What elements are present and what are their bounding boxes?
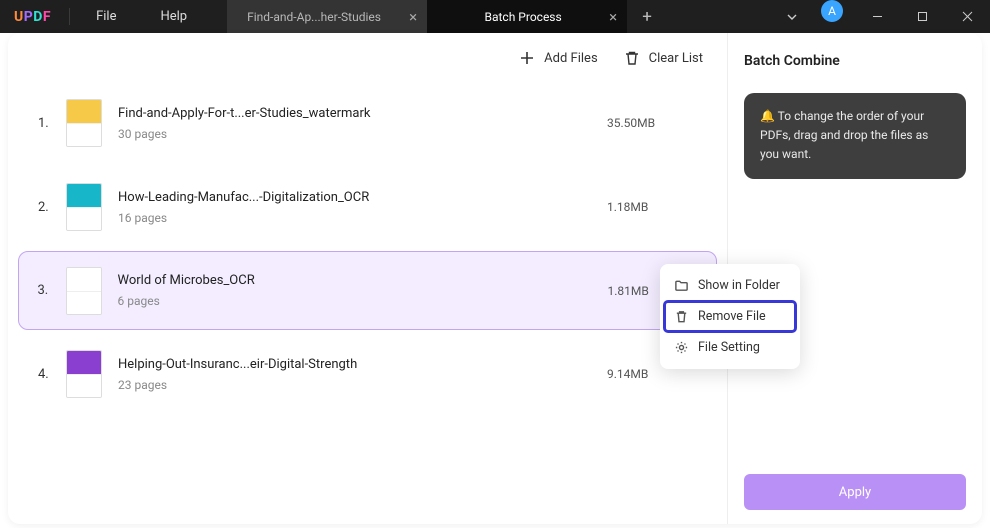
apply-button[interactable]: Apply (744, 474, 966, 510)
file-pages: 16 pages (118, 211, 607, 225)
file-info: World of Microbes_OCR 6 pages (118, 273, 608, 308)
main-panel: Add Files Clear List 1. Find-and-Apply-Fo… (8, 33, 727, 524)
side-panel-title: Batch Combine (744, 53, 966, 69)
file-thumbnail (66, 350, 102, 398)
file-name: World of Microbes_OCR (118, 273, 608, 288)
file-thumbnail (66, 183, 102, 231)
file-thumbnail (66, 99, 102, 147)
file-size: 1.18MB (607, 200, 697, 214)
toolbar: Add Files Clear List (8, 33, 727, 83)
ctx-file-setting[interactable]: File Setting (660, 332, 800, 363)
chevron-down-icon[interactable] (775, 0, 809, 33)
tabs: Find-and-Ap...her-Studies × Batch Proces… (227, 0, 667, 33)
menu-file[interactable]: File (74, 0, 138, 33)
file-name: Helping-Out-Insuranc...eir-Digital-Stren… (118, 357, 607, 372)
file-info: Helping-Out-Insuranc...eir-Digital-Stren… (118, 357, 607, 392)
file-index: 4. (38, 367, 60, 382)
button-label: Add Files (544, 51, 597, 66)
tab-label: Find-and-Ap...her-Studies (247, 10, 381, 24)
file-index: 2. (38, 200, 60, 215)
file-row[interactable]: 3.World of Microbes_OCR6 pages1.81MB (18, 251, 717, 330)
file-row[interactable]: 4. Helping-Out-Insuranc...eir-Digital-Str… (18, 334, 717, 414)
titlebar: UPDF File Help Find-and-Ap...her-Studies… (0, 0, 990, 33)
close-icon[interactable]: × (409, 8, 417, 26)
file-info: How-Leading-Manufac...-Digitalization_OC… (118, 190, 607, 225)
tab-document[interactable]: Find-and-Ap...her-Studies × (227, 0, 427, 33)
button-label: Clear List (649, 51, 703, 66)
file-index: 3. (38, 283, 60, 298)
workspace: Add Files Clear List 1. Find-and-Apply-Fo… (8, 33, 982, 524)
close-icon[interactable]: × (609, 8, 617, 26)
logo-letter: D (33, 9, 43, 25)
divider (69, 8, 70, 25)
file-row[interactable]: 2. How-Leading-Manufac...-Digitalization_… (18, 167, 717, 247)
file-name: Find-and-Apply-For-t...er-Studies_waterm… (118, 106, 607, 121)
logo-letter: P (24, 9, 34, 25)
tip-box: 🔔 To change the order of your PDFs, drag… (744, 93, 966, 179)
window-controls (855, 0, 990, 33)
file-pages: 6 pages (118, 294, 608, 308)
file-thumbnail (66, 267, 102, 315)
ctx-label: File Setting (698, 340, 760, 355)
menu-help[interactable]: Help (138, 0, 209, 33)
ctx-remove-file[interactable]: Remove File (664, 301, 796, 332)
file-info: Find-and-Apply-For-t...er-Studies_waterm… (118, 106, 607, 141)
file-name: How-Leading-Manufac...-Digitalization_OC… (118, 190, 607, 205)
maximize-button[interactable] (900, 0, 945, 33)
tab-batch-process[interactable]: Batch Process × (427, 0, 627, 33)
file-index: 1. (38, 116, 60, 131)
logo-letter: F (43, 9, 51, 25)
ctx-show-in-folder[interactable]: Show in Folder (660, 270, 800, 301)
ctx-label: Show in Folder (698, 278, 780, 293)
file-list: 1. Find-and-Apply-For-t...er-Studies_wate… (8, 83, 727, 414)
close-button[interactable] (945, 0, 990, 33)
clear-list-button[interactable]: Clear List (624, 50, 703, 66)
file-row[interactable]: 1. Find-and-Apply-For-t...er-Studies_wate… (18, 83, 717, 163)
file-pages: 23 pages (118, 378, 607, 392)
app-logo: UPDF (0, 0, 65, 33)
ctx-label: Remove File (698, 309, 766, 324)
avatar[interactable]: A (821, 0, 843, 22)
file-size: 35.50MB (607, 116, 697, 130)
minimize-button[interactable] (855, 0, 900, 33)
logo-letter: U (14, 9, 24, 25)
file-size: 9.14MB (607, 367, 697, 381)
file-pages: 30 pages (118, 127, 607, 141)
add-files-button[interactable]: Add Files (519, 50, 597, 66)
context-menu: Show in Folder Remove File File Setting (660, 264, 800, 369)
new-tab-button[interactable]: + (627, 0, 667, 33)
tab-label: Batch Process (485, 10, 562, 24)
